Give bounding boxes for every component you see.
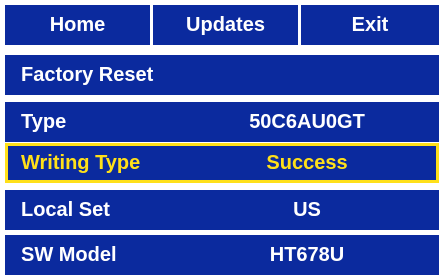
menu-item-value: 50C6AU0GT [249, 111, 365, 133]
tab-updates[interactable]: Updates [153, 5, 298, 45]
menu-item-label: Writing Type [21, 152, 141, 174]
menu-item-sw-model[interactable]: SW Model HT678U [5, 235, 439, 275]
tab-exit[interactable]: Exit [301, 5, 439, 45]
menu-item-label: SW Model [21, 244, 117, 266]
menu-item-value: HT678U [269, 244, 345, 266]
menu-item-writing-type[interactable]: Writing Type Success [5, 143, 439, 183]
menu-item-label: Factory Reset [21, 64, 154, 86]
service-menu: Home Updates Exit Factory Reset Type 50C… [0, 0, 444, 275]
tab-updates-label: Updates [186, 13, 265, 36]
menu-item-label: Type [21, 111, 67, 133]
menu-item-value: Success [266, 152, 348, 174]
menu-item-value: US [293, 199, 321, 221]
tab-exit-label: Exit [351, 13, 389, 36]
tab-home-label: Home [49, 13, 106, 36]
menu-item-label: Local Set [21, 199, 110, 221]
menu-item-local-set[interactable]: Local Set US [5, 190, 439, 230]
tab-home[interactable]: Home [5, 5, 150, 45]
menu-item-factory-reset[interactable]: Factory Reset [5, 55, 439, 95]
menu-item-type[interactable]: Type 50C6AU0GT [5, 102, 439, 142]
tab-bar: Home Updates Exit [5, 5, 439, 45]
